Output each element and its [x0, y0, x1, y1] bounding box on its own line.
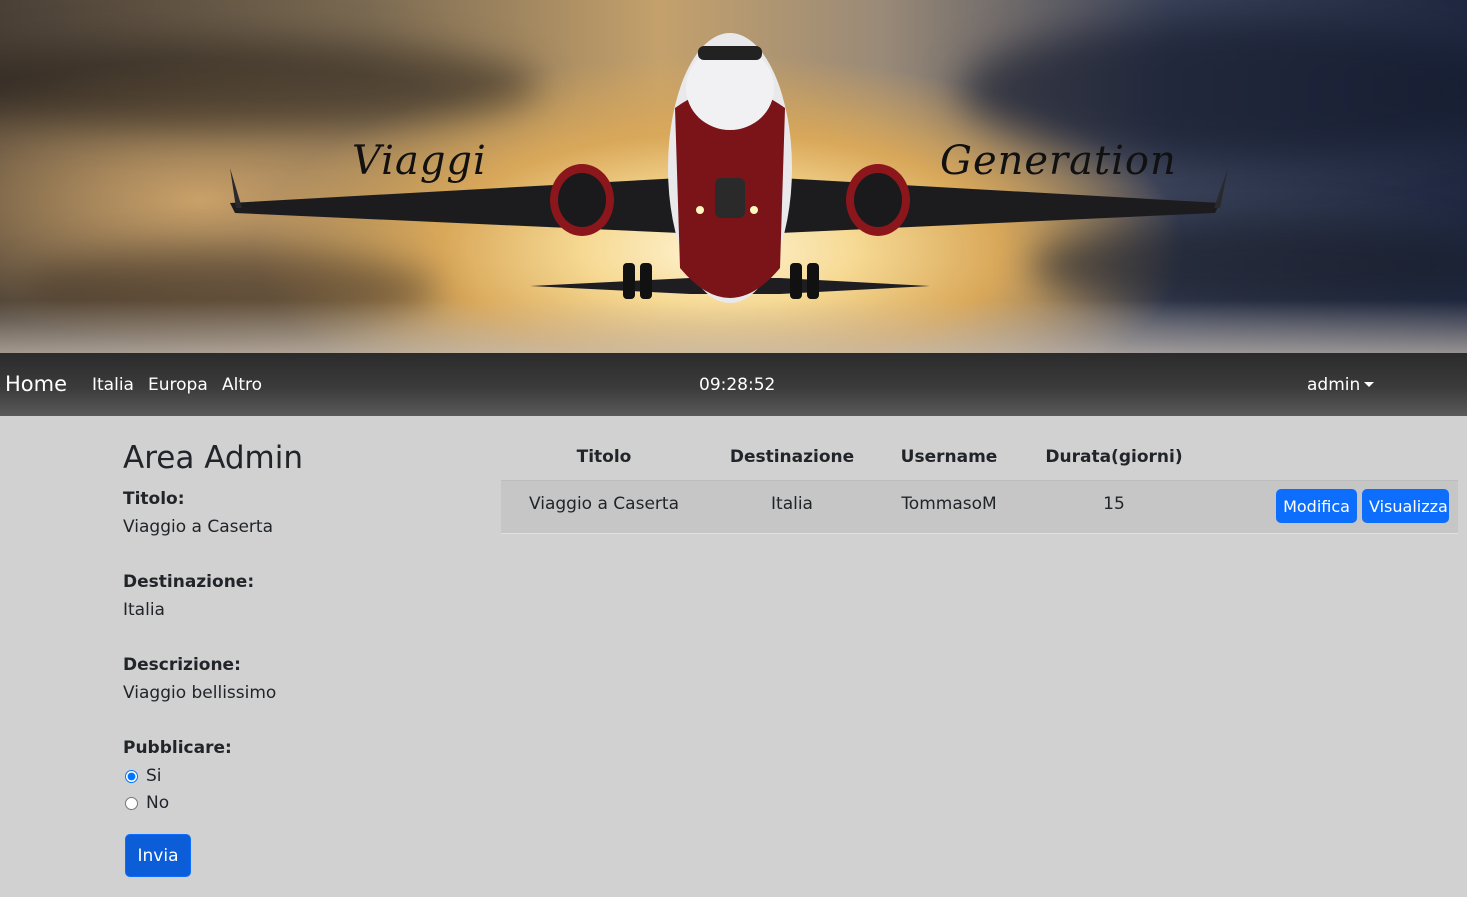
- banner-title-right: Generation: [940, 138, 1177, 184]
- table-header-titolo: Titolo: [576, 447, 632, 467]
- field-label-descrizione: Descrizione:: [123, 655, 241, 675]
- radio-no[interactable]: [125, 796, 138, 810]
- nav-link-italia[interactable]: Italia: [92, 375, 134, 395]
- field-label-pubblicare: Pubblicare:: [123, 738, 232, 758]
- radio-label-si: Si: [146, 766, 162, 786]
- radio-si[interactable]: [125, 769, 138, 783]
- radio-option-si[interactable]: Si: [123, 766, 162, 786]
- caret-down-icon: [1364, 382, 1375, 387]
- cell-titolo: Viaggio a Caserta: [528, 494, 679, 514]
- page-title: Area Admin: [123, 440, 303, 476]
- table-header-destinazione: Destinazione: [729, 447, 855, 467]
- navbar: Home Italia Europa Altro 09:28:52 admin: [0, 353, 1467, 416]
- cell-destinazione: Italia: [771, 494, 813, 514]
- clock-display: 09:28:52: [699, 375, 776, 395]
- field-label-destinazione: Destinazione:: [123, 572, 255, 592]
- banner-title-left: Viaggi: [352, 138, 487, 184]
- nav-link-europa[interactable]: Europa: [148, 375, 208, 395]
- table-row: Viaggio a Caserta Italia TommasoM 15 Mod…: [501, 480, 1458, 534]
- user-name: admin: [1307, 375, 1361, 395]
- nav-home-link[interactable]: Home: [5, 372, 67, 396]
- view-button[interactable]: Visualizza: [1362, 489, 1449, 523]
- cell-durata: 15: [1103, 494, 1125, 514]
- field-value-titolo: Viaggio a Caserta: [123, 517, 274, 537]
- field-value-descrizione: Viaggio bellissimo: [123, 683, 277, 703]
- cell-username: TommasoM: [901, 494, 997, 514]
- nav-link-altro[interactable]: Altro: [222, 375, 262, 395]
- submit-button[interactable]: Invia: [125, 834, 191, 877]
- field-value-destinazione: Italia: [123, 600, 165, 620]
- radio-option-no[interactable]: No: [123, 793, 169, 813]
- user-dropdown[interactable]: admin: [1307, 375, 1375, 395]
- edit-button[interactable]: Modifica: [1276, 489, 1357, 523]
- table-header-username: Username: [900, 447, 998, 467]
- radio-label-no: No: [146, 793, 170, 813]
- header-banner: Viaggi Generation: [0, 0, 1467, 353]
- table-header-durata: Durata(giorni): [1045, 447, 1183, 467]
- field-label-titolo: Titolo:: [123, 489, 185, 509]
